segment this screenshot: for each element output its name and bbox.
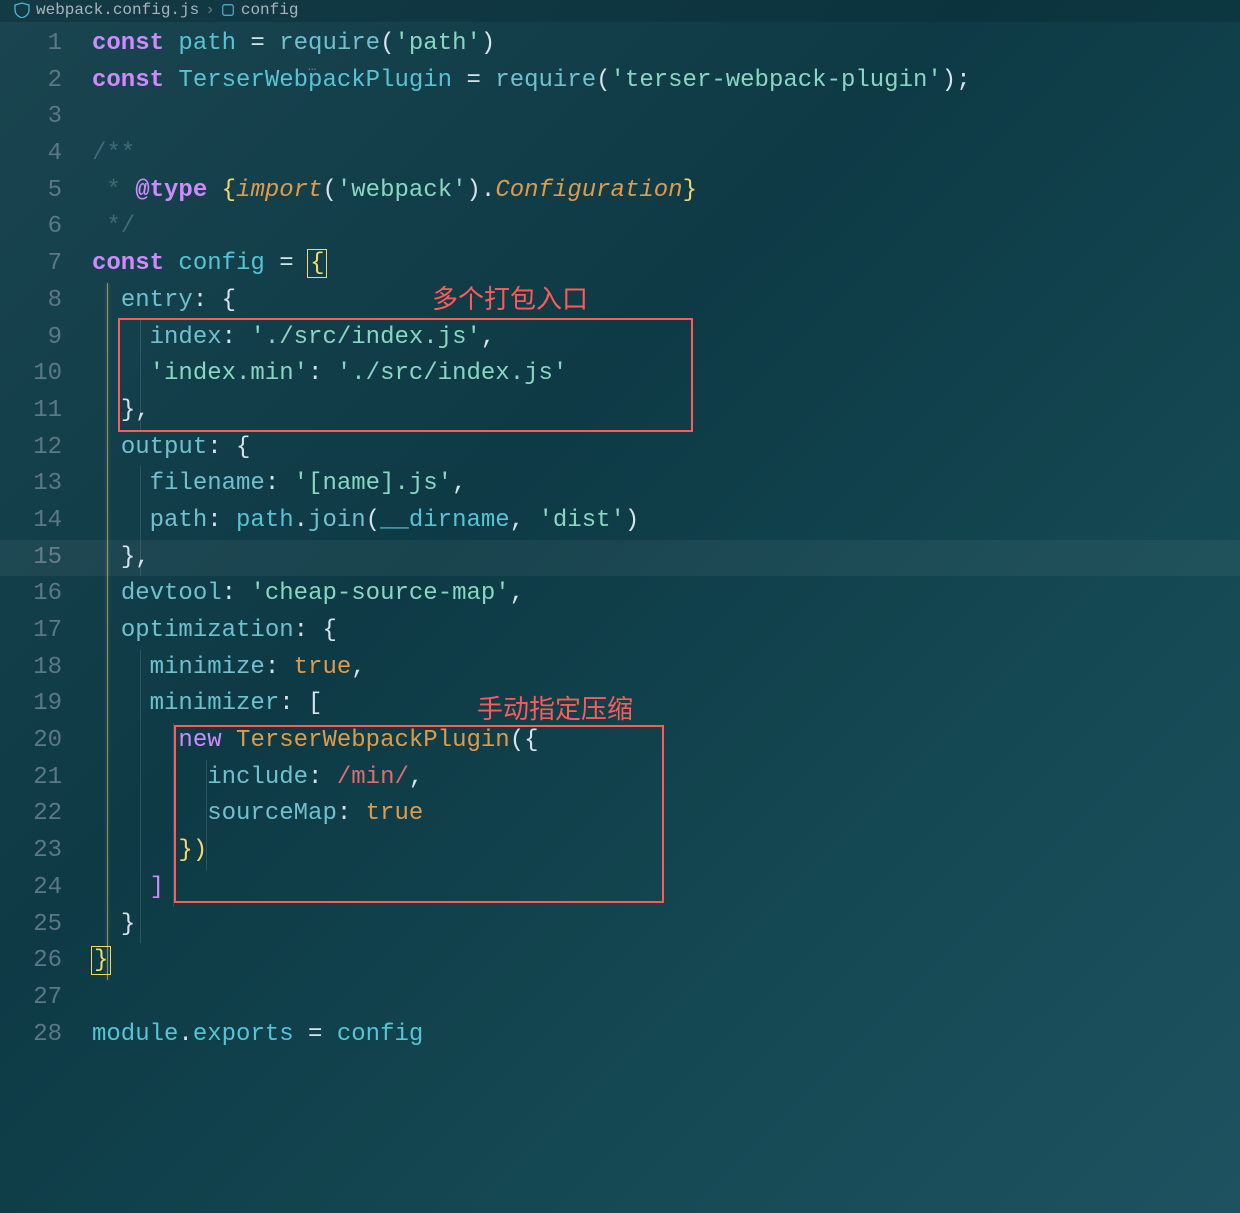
line-number: 14	[0, 503, 92, 540]
breadcrumb-symbol[interactable]: config	[241, 1, 299, 19]
breadcrumb-file[interactable]: webpack.config.js	[36, 1, 199, 19]
code-line[interactable]: const TerserWebpackPlugin = require('ter…	[92, 63, 971, 100]
line-number: 18	[0, 650, 92, 687]
line-number: 23	[0, 833, 92, 870]
code-line[interactable]: }	[92, 907, 135, 944]
code-line[interactable]: sourceMap: true	[92, 796, 423, 833]
line-number: 25	[0, 907, 92, 944]
line-number: 20	[0, 723, 92, 760]
line-number: 4	[0, 136, 92, 173]
line-number: 26	[0, 943, 92, 980]
code-line[interactable]: * @type {import('webpack').Configuration…	[92, 173, 697, 210]
line-number: 28	[0, 1017, 92, 1054]
code-line[interactable]: 'index.min': './src/index.js'	[92, 356, 567, 393]
file-icon	[14, 2, 30, 18]
code-line[interactable]: }	[92, 943, 110, 980]
line-number: 5	[0, 173, 92, 210]
code-line[interactable]: const config = {	[92, 246, 326, 283]
line-number: 21	[0, 760, 92, 797]
line-number: 8	[0, 283, 92, 320]
line-number: 10	[0, 356, 92, 393]
line-number: 16	[0, 576, 92, 613]
code-line[interactable]: },	[92, 393, 150, 430]
line-number: 27	[0, 980, 92, 1017]
line-number: 9	[0, 320, 92, 357]
code-line[interactable]: index: './src/index.js',	[92, 320, 495, 357]
code-line[interactable]: ]	[92, 870, 164, 907]
breadcrumb[interactable]: webpack.config.js › config	[0, 0, 1240, 22]
code-line[interactable]: output: {	[92, 430, 250, 467]
line-number: 2	[0, 63, 92, 100]
code-line[interactable]: optimization: {	[92, 613, 337, 650]
line-number: 13	[0, 466, 92, 503]
code-line[interactable]: minimize: true,	[92, 650, 366, 687]
code-line[interactable]: new TerserWebpackPlugin({	[92, 723, 539, 760]
line-number: 12	[0, 430, 92, 467]
code-line[interactable]: devtool: 'cheap-source-map',	[92, 576, 524, 613]
code-editor[interactable]: 多个打包入口 手动指定压缩 … 1 const path = require('…	[0, 22, 1240, 1053]
breadcrumb-separator: ›	[205, 1, 215, 19]
line-number: 1	[0, 26, 92, 63]
code-line[interactable]: minimizer: [	[92, 686, 322, 723]
code-line[interactable]: filename: '[name].js',	[92, 466, 466, 503]
line-number: 24	[0, 870, 92, 907]
code-line[interactable]: const path = require('path')	[92, 26, 495, 63]
code-line[interactable]: })	[92, 833, 207, 870]
line-number: 15	[0, 540, 92, 577]
code-line[interactable]: path: path.join(__dirname, 'dist')	[92, 503, 639, 540]
line-number: 17	[0, 613, 92, 650]
code-line[interactable]: module.exports = config	[92, 1017, 423, 1054]
code-line[interactable]: entry: {	[92, 283, 236, 320]
line-number: 6	[0, 209, 92, 246]
code-line[interactable]: include: /min/,	[92, 760, 423, 797]
line-number: 22	[0, 796, 92, 833]
line-number: 19	[0, 686, 92, 723]
line-number: 7	[0, 246, 92, 283]
code-line[interactable]: /**	[92, 136, 135, 173]
code-line[interactable]: },	[92, 540, 150, 577]
line-number: 11	[0, 393, 92, 430]
symbol-icon	[221, 3, 235, 17]
code-line[interactable]: */	[92, 209, 135, 246]
line-number: 3	[0, 99, 92, 136]
